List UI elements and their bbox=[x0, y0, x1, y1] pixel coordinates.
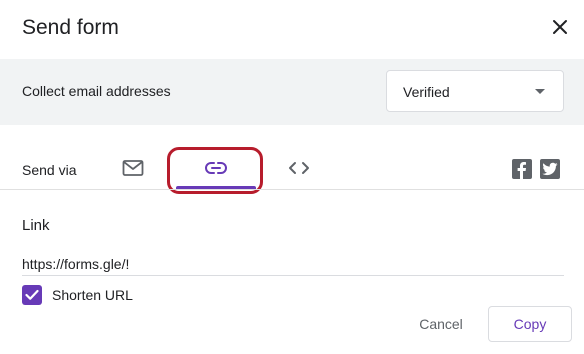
dropdown-arrow-icon bbox=[535, 89, 545, 94]
send-form-dialog: Send form Collect email addresses Verifi… bbox=[0, 0, 584, 354]
collect-email-value: Verified bbox=[403, 84, 450, 100]
collect-email-label: Collect email addresses bbox=[22, 83, 171, 99]
collect-email-section: Collect email addresses Verified bbox=[0, 59, 584, 125]
tab-email[interactable] bbox=[116, 148, 150, 188]
share-twitter-button[interactable] bbox=[540, 159, 560, 179]
share-facebook-button[interactable] bbox=[512, 159, 532, 179]
twitter-icon bbox=[542, 162, 558, 176]
tab-link[interactable] bbox=[176, 148, 256, 188]
link-icon bbox=[205, 162, 227, 174]
cancel-button[interactable]: Cancel bbox=[408, 306, 474, 342]
dialog-title: Send form bbox=[22, 16, 119, 39]
facebook-icon bbox=[517, 162, 526, 179]
shorten-url-checkbox[interactable] bbox=[22, 285, 42, 305]
tab-divider bbox=[0, 189, 584, 190]
link-heading: Link bbox=[22, 217, 50, 234]
collect-email-select[interactable]: Verified bbox=[386, 70, 564, 112]
embed-code-icon bbox=[289, 162, 309, 174]
shorten-url-label[interactable]: Shorten URL bbox=[52, 287, 133, 304]
tab-embed[interactable] bbox=[282, 148, 316, 188]
close-button[interactable] bbox=[546, 13, 574, 41]
copy-button[interactable]: Copy bbox=[488, 306, 572, 342]
email-icon bbox=[122, 160, 144, 176]
close-icon bbox=[553, 20, 567, 34]
checkmark-icon bbox=[25, 289, 39, 300]
link-url-field[interactable]: https://forms.gle/! bbox=[22, 254, 564, 276]
send-via-label: Send via bbox=[22, 162, 77, 178]
